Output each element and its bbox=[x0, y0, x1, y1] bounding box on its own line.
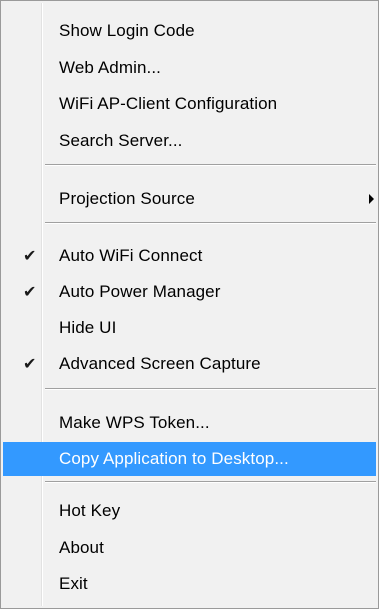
menu-item-label: Hide UI bbox=[59, 318, 117, 337]
menu-item-projection-source[interactable]: Projection Source bbox=[3, 182, 376, 216]
menu-item-label: About bbox=[59, 538, 104, 557]
menu-item-label: Search Server... bbox=[59, 131, 183, 150]
menu-item-advanced-screen-capture[interactable]: ✔ Advanced Screen Capture bbox=[3, 347, 376, 381]
menu-item-label: Hot Key bbox=[59, 501, 121, 520]
menu-item-label: Auto Power Manager bbox=[59, 282, 221, 301]
menu-item-label: Make WPS Token... bbox=[59, 413, 210, 432]
menu-item-web-admin[interactable]: Web Admin... bbox=[3, 51, 376, 85]
menu-item-label: Copy Application to Desktop... bbox=[59, 449, 289, 468]
menu-item-label: Web Admin... bbox=[59, 58, 161, 77]
checkmark-icon: ✔ bbox=[23, 282, 37, 302]
checkmark-icon: ✔ bbox=[23, 354, 37, 374]
menu-separator bbox=[45, 388, 376, 390]
menu-item-show-login-code[interactable]: Show Login Code bbox=[3, 14, 376, 48]
menu-item-hide-ui[interactable]: Hide UI bbox=[3, 311, 376, 345]
chevron-right-icon bbox=[369, 194, 374, 204]
menu-item-make-wps-token[interactable]: Make WPS Token... bbox=[3, 406, 376, 440]
menu-item-hot-key[interactable]: Hot Key bbox=[3, 494, 376, 528]
menu-item-about[interactable]: About bbox=[3, 531, 376, 565]
menu-item-label: Auto WiFi Connect bbox=[59, 246, 203, 265]
menu-item-copy-application-to-desktop[interactable]: Copy Application to Desktop... bbox=[3, 442, 376, 476]
menu-item-search-server[interactable]: Search Server... bbox=[3, 124, 376, 158]
menu-item-label: Advanced Screen Capture bbox=[59, 354, 261, 373]
menu-item-wifi-ap-client-configuration[interactable]: WiFi AP-Client Configuration bbox=[3, 87, 376, 121]
menu-item-exit[interactable]: Exit bbox=[3, 567, 376, 601]
checkmark-icon: ✔ bbox=[23, 246, 37, 266]
menu-separator bbox=[45, 222, 376, 224]
context-menu: Show Login Code Web Admin... WiFi AP-Cli… bbox=[0, 0, 379, 609]
menu-item-auto-wifi-connect[interactable]: ✔ Auto WiFi Connect bbox=[3, 239, 376, 273]
menu-item-label: WiFi AP-Client Configuration bbox=[59, 94, 278, 113]
menu-item-label: Show Login Code bbox=[59, 21, 195, 40]
menu-item-label: Exit bbox=[59, 574, 88, 593]
menu-separator bbox=[45, 481, 376, 483]
menu-item-label: Projection Source bbox=[59, 189, 195, 208]
menu-item-auto-power-manager[interactable]: ✔ Auto Power Manager bbox=[3, 275, 376, 309]
menu-separator bbox=[45, 164, 376, 166]
